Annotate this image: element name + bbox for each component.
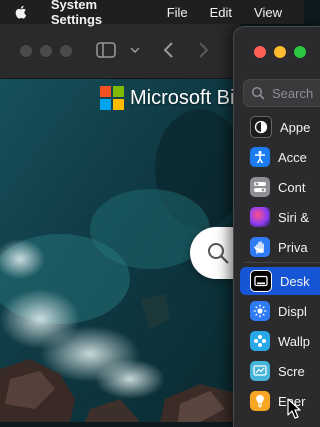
- minimize-button[interactable]: [274, 46, 286, 58]
- sidebar-item-privacy[interactable]: Priva: [240, 233, 320, 261]
- menu-app-name[interactable]: System Settings: [51, 0, 145, 27]
- logo-text: Microsoft Bi: [130, 86, 235, 109]
- menu-bar: System Settings File Edit View: [0, 0, 304, 27]
- control-centre-icon: [250, 177, 270, 197]
- privacy-hand-icon: [250, 237, 270, 257]
- settings-search-input[interactable]: Search: [243, 79, 320, 107]
- sidebar-item-siri[interactable]: Siri &: [240, 203, 320, 231]
- sidebar-item-wallpaper[interactable]: Wallp: [240, 327, 320, 355]
- browser-close-button[interactable]: [20, 45, 32, 57]
- siri-icon: [250, 207, 270, 227]
- menu-file[interactable]: File: [167, 5, 188, 20]
- search-icon[interactable]: [206, 241, 230, 265]
- sidebar-item-label: Wallp: [278, 333, 311, 349]
- desktop-dock-icon: [250, 270, 272, 292]
- sidebar-item-label: Displ: [278, 303, 307, 319]
- microsoft-logo-icon: [100, 86, 124, 110]
- sidebar-item-label: Cont: [278, 179, 306, 195]
- sidebar-item-desktop-dock[interactable]: Desk: [240, 267, 320, 295]
- chevron-down-icon[interactable]: [130, 45, 140, 55]
- zoom-button[interactable]: [294, 46, 306, 58]
- sidebar-item-label: Scre: [278, 363, 305, 379]
- menu-view[interactable]: View: [254, 5, 282, 20]
- browser-window: Microsoft Bi: [0, 24, 240, 422]
- sidebar-item-label: Siri &: [278, 209, 310, 225]
- sidebar-item-label: Acce: [278, 149, 307, 165]
- sidebar-item-energy[interactable]: Ener: [240, 387, 320, 415]
- energy-bulb-icon: [250, 391, 270, 411]
- sidebar-item-accessibility[interactable]: Acce: [240, 143, 320, 171]
- screen-saver-icon: [250, 361, 270, 381]
- browser-minimize-button[interactable]: [40, 45, 52, 57]
- bing-homepage: Microsoft Bi: [0, 79, 240, 422]
- displays-icon: [250, 301, 270, 321]
- sidebar-item-label: Priva: [278, 239, 308, 255]
- sidebar-item-label: Desk: [280, 273, 310, 289]
- sidebar-item-label: Appe: [280, 119, 311, 135]
- sidebar-item-control-centre[interactable]: Cont: [240, 173, 320, 201]
- forward-arrow-icon[interactable]: [198, 41, 210, 59]
- menu-edit[interactable]: Edit: [210, 5, 232, 20]
- sidebar-item-appearance[interactable]: Appe: [240, 113, 320, 141]
- sidebar-item-screen-saver[interactable]: Scre: [240, 357, 320, 385]
- close-button[interactable]: [254, 46, 266, 58]
- wallpaper-icon: [250, 331, 270, 351]
- sidebar-toggle-icon[interactable]: [96, 42, 116, 58]
- appearance-icon: [250, 116, 272, 138]
- apple-icon[interactable]: [14, 4, 29, 20]
- browser-toolbar: [0, 24, 240, 79]
- search-placeholder: Search: [272, 86, 314, 101]
- accessibility-icon: [250, 147, 270, 167]
- bing-logo[interactable]: Microsoft Bi: [100, 86, 234, 110]
- search-icon: [251, 86, 265, 100]
- sidebar-divider: [244, 262, 320, 263]
- mouse-cursor-icon: [287, 398, 301, 419]
- browser-zoom-button[interactable]: [60, 45, 72, 57]
- back-arrow-icon[interactable]: [162, 41, 174, 59]
- sidebar-item-displays[interactable]: Displ: [240, 297, 320, 325]
- system-settings-window: Search Appe Acce Cont Siri & Priva Desk …: [233, 26, 320, 427]
